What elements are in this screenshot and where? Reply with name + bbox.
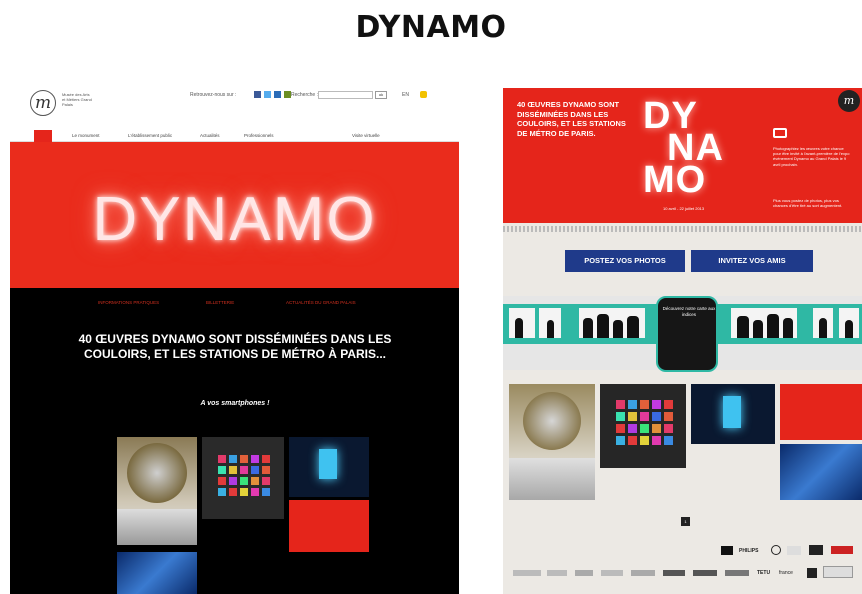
partner-logo bbox=[513, 570, 541, 576]
partner-logo bbox=[721, 546, 733, 555]
exhibition-dates: 10 avril - 22 juillet 2013 bbox=[663, 206, 705, 211]
logo-text: Musée des Arts et Métiers Grand Palais bbox=[62, 92, 92, 107]
nav-item-actualites[interactable]: Actualités bbox=[200, 133, 220, 138]
dynamo-logo: DY NA MO bbox=[643, 97, 763, 201]
divider-stripe bbox=[503, 226, 862, 232]
mirror-disc bbox=[523, 392, 581, 450]
partner-logo bbox=[807, 568, 817, 578]
water-splash bbox=[117, 509, 197, 545]
artwork-tile-blue-light[interactable] bbox=[289, 437, 369, 497]
hero-banner: DYNAMO bbox=[10, 142, 459, 288]
partner-logo bbox=[809, 545, 823, 555]
photo-tile-blue-wave[interactable] bbox=[780, 444, 862, 500]
facebook-icon[interactable] bbox=[254, 91, 261, 98]
logo-line-3: MO bbox=[643, 159, 707, 201]
artwork-tile-blue-wave[interactable] bbox=[117, 552, 197, 594]
partners-footer: PHILIPS TETU france bbox=[503, 538, 862, 594]
pagination-button[interactable]: 1 bbox=[681, 517, 690, 526]
metro-window bbox=[813, 308, 833, 338]
nav-item-visite-virtuelle[interactable]: Visite virtuelle bbox=[352, 133, 380, 138]
right-site-screenshot: 40 ŒUVRES DYNAMO SONT DISSÉMINÉES DANS L… bbox=[503, 88, 862, 594]
partner-philips: PHILIPS bbox=[739, 548, 759, 554]
partner-logo bbox=[693, 570, 717, 576]
search-input[interactable] bbox=[318, 91, 373, 99]
follow-label: Retrouvez-nous sur : bbox=[190, 92, 237, 98]
contest-description-2: Plus vous postez de photos, plus vos cha… bbox=[773, 198, 843, 209]
link-infos-pratiques[interactable]: INFORMATIONS PRATIQUES bbox=[98, 300, 159, 305]
artwork-tile-red[interactable] bbox=[289, 500, 369, 552]
search-button[interactable]: ok bbox=[375, 91, 387, 99]
partner-logo bbox=[725, 570, 749, 576]
blue-light-panel bbox=[723, 396, 741, 428]
linkedin-icon[interactable] bbox=[274, 91, 281, 98]
metro-window bbox=[509, 308, 535, 338]
metro-window bbox=[731, 308, 797, 338]
partner-france: france bbox=[779, 570, 793, 576]
color-squares-art bbox=[218, 455, 270, 496]
nav-item-etablissement[interactable]: L'établissement public bbox=[128, 133, 172, 138]
contest-banner: 40 ŒUVRES DYNAMO SONT DISSÉMINÉES DANS L… bbox=[503, 88, 862, 223]
subline: A vos smartphones ! bbox=[200, 400, 270, 407]
artwork-tile-mirror[interactable] bbox=[117, 437, 197, 545]
photo-tile-red[interactable] bbox=[780, 384, 862, 440]
link-actualites[interactable]: ACTUALITÉS DU GRAND PALAIS bbox=[286, 300, 356, 305]
nav-home-tab[interactable] bbox=[34, 130, 52, 142]
partner-logo bbox=[601, 570, 623, 576]
partner-logo bbox=[663, 570, 685, 576]
search-label: Recherche : bbox=[291, 92, 318, 98]
photo-tile-blue-light[interactable] bbox=[691, 384, 775, 444]
nav-item-monument[interactable]: Le monument bbox=[72, 133, 100, 138]
main-nav: Le monument L'établissement public Actua… bbox=[10, 130, 459, 142]
partner-logo bbox=[787, 546, 801, 555]
headline: 40 ŒUVRES DYNAMO SONT DISSÉMINÉES DANS L… bbox=[78, 332, 392, 361]
metro-window bbox=[539, 308, 561, 338]
twitter-icon[interactable] bbox=[264, 91, 271, 98]
left-site-screenshot: m Musée des Arts et Métiers Grand Palais… bbox=[10, 82, 459, 594]
basket-icon[interactable] bbox=[420, 91, 427, 98]
photo-tile-mirror[interactable] bbox=[509, 384, 595, 500]
museum-logo-badge[interactable]: m bbox=[838, 90, 860, 112]
partner-logo bbox=[631, 570, 655, 576]
camera-icon bbox=[773, 128, 787, 138]
metro-window bbox=[839, 308, 859, 338]
museum-logo[interactable]: m bbox=[30, 90, 56, 116]
banner-title: 40 ŒUVRES DYNAMO SONT DISSÉMINÉES DANS L… bbox=[517, 100, 626, 138]
water-splash bbox=[509, 458, 595, 500]
invite-friends-button[interactable]: INVITEZ VOS AMIS bbox=[691, 250, 813, 272]
photo-tile-squares[interactable] bbox=[600, 384, 686, 468]
mirror-disc bbox=[127, 443, 187, 503]
map-link-text: Découvrez notre carte aux indices bbox=[662, 306, 716, 317]
partner-logo bbox=[823, 566, 853, 578]
blue-light-panel bbox=[319, 449, 337, 479]
link-billetterie[interactable]: BILLETTERIE bbox=[206, 300, 234, 305]
slide-title: DYNAMO bbox=[355, 10, 507, 45]
color-squares-art bbox=[616, 400, 673, 445]
partner-logo bbox=[575, 570, 593, 576]
language-link[interactable]: EN bbox=[402, 92, 409, 98]
metro-window bbox=[579, 308, 645, 338]
partner-tetu: TETU bbox=[757, 570, 771, 576]
nav-item-professionnels[interactable]: Professionnels bbox=[244, 133, 274, 138]
partner-logo bbox=[831, 546, 853, 554]
metro-train-banner: Découvrez notre carte aux indices bbox=[503, 296, 862, 372]
rss-icon[interactable] bbox=[284, 91, 291, 98]
artwork-tile-squares[interactable] bbox=[202, 437, 284, 519]
partner-logo bbox=[771, 545, 781, 555]
metro-door-map-link[interactable]: Découvrez notre carte aux indices bbox=[656, 296, 718, 372]
site-header: m Musée des Arts et Métiers Grand Palais… bbox=[10, 82, 459, 130]
neon-title: DYNAMO bbox=[92, 185, 377, 254]
contest-description: Photographiez les œuvres votre chance po… bbox=[773, 146, 850, 167]
post-photos-button[interactable]: POSTEZ VOS PHOTOS bbox=[565, 250, 685, 272]
partner-logo bbox=[547, 570, 567, 576]
